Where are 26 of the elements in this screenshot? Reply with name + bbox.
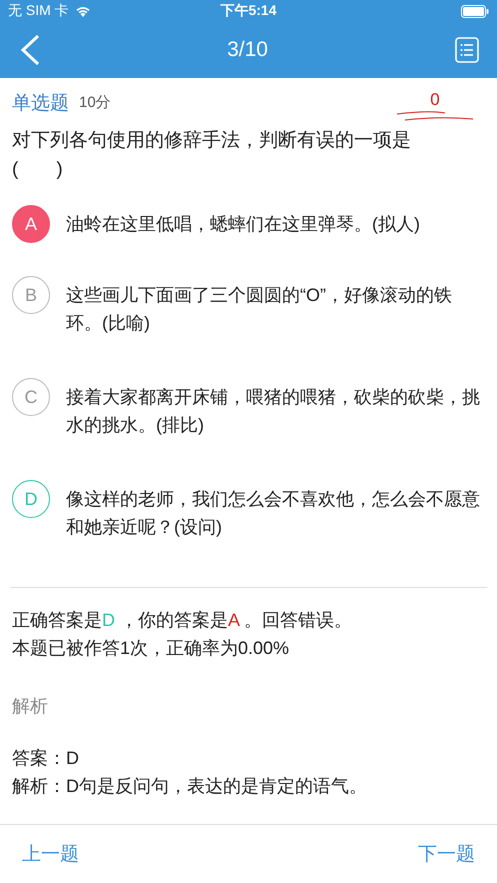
question-points: 10分	[79, 93, 111, 112]
list-icon[interactable]	[455, 37, 479, 63]
option-text[interactable]: 像这样的老师，我们怎么会不喜欢他，怎么会不愿意和她亲近呢？(设问)	[66, 485, 485, 541]
stats-text: 本题已被作答1次，正确率为0.00%	[12, 637, 290, 660]
option-letter[interactable]: A	[12, 205, 50, 243]
option-letter[interactable]: B	[12, 276, 50, 314]
question-text: 对下列各句使用的修辞手法，判断有误的一项是 ( )	[11, 129, 412, 182]
option-text[interactable]: 油蛉在这里低唱，蟋蟀们在这里弹琴。(拟人)	[66, 210, 420, 238]
carrier-label: 无 SIM 卡	[8, 2, 69, 20]
prev-button[interactable]: 上一题	[22, 841, 79, 867]
next-button[interactable]: 下一题	[418, 841, 475, 867]
result-text: 正确答案是D ，你的答案是A 。回答错误。	[12, 609, 354, 632]
back-icon[interactable]	[20, 34, 40, 66]
answer-text: 答案：D	[12, 747, 80, 770]
question-type: 单选题	[12, 92, 69, 116]
page-title: 3/10	[227, 38, 268, 62]
battery-icon	[461, 4, 489, 18]
option-letter[interactable]: C	[12, 378, 50, 416]
option-text[interactable]: 这些画儿下面画了三个圆圆的“O”，好像滚动的铁环。(比喻)	[66, 281, 485, 337]
analysis-heading: 解析	[11, 695, 49, 718]
clock-time: 下午5:14	[220, 2, 277, 20]
option-letter[interactable]: D	[12, 480, 50, 518]
score-value: 0	[430, 90, 440, 110]
explanation-text: 解析：D句是反问句，表达的是肯定的语气。	[12, 775, 368, 798]
option-text[interactable]: 接着大家都离开床铺，喂猪的喂猪，砍柴的砍柴，挑水的挑水。(排比)	[66, 383, 485, 439]
wifi-icon	[74, 5, 91, 17]
